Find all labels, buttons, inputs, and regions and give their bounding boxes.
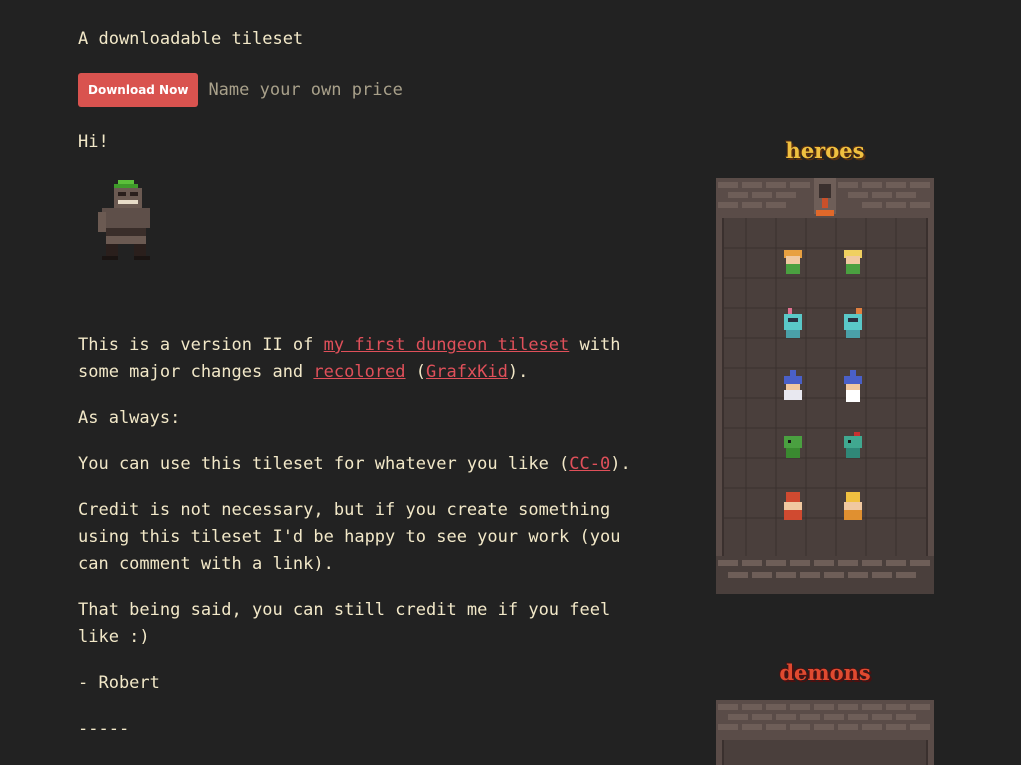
demons-banner: demons <box>779 660 871 685</box>
text-segment: ( <box>405 362 427 382</box>
paragraph-license: You can use this tileset for whatever yo… <box>78 451 638 478</box>
paragraph-as-always: As always: <box>78 408 181 428</box>
text-segment: ). <box>507 362 529 382</box>
grafxkid-link[interactable]: GrafxKid <box>426 362 508 382</box>
heroes-screenshot[interactable] <box>716 178 934 594</box>
cc0-link[interactable]: CC-0 <box>569 454 610 474</box>
first-dungeon-tileset-link[interactable]: my first dungeon tileset <box>324 335 570 355</box>
text-segment: You can use this tileset for whatever yo… <box>78 454 570 474</box>
recolored-link[interactable]: recolored <box>313 362 405 382</box>
price-label: Name your own price <box>208 80 403 100</box>
buy-row: Download Now Name your own price <box>78 73 403 107</box>
ogre-sprite-image <box>98 180 150 260</box>
heroes-banner: heroes <box>785 138 865 163</box>
tagline: A downloadable tileset <box>78 29 304 49</box>
paragraph-divider: ----- <box>78 719 130 739</box>
paragraph-credit-optional: That being said, you can still credit me… <box>78 600 611 647</box>
text-segment: ). <box>610 454 631 474</box>
paragraph-version: This is a version II of my first dungeon… <box>78 332 638 386</box>
paragraph-signature: - Robert <box>78 673 160 693</box>
greeting: Hi! <box>78 132 109 152</box>
text-segment: This is a version II of <box>78 335 324 355</box>
download-now-button[interactable]: Download Now <box>78 73 199 107</box>
description-body: This is a version II of my first dungeon… <box>78 332 638 762</box>
demons-screenshot[interactable] <box>716 700 934 765</box>
paragraph-credit: Credit is not necessary, but if you crea… <box>78 500 621 574</box>
